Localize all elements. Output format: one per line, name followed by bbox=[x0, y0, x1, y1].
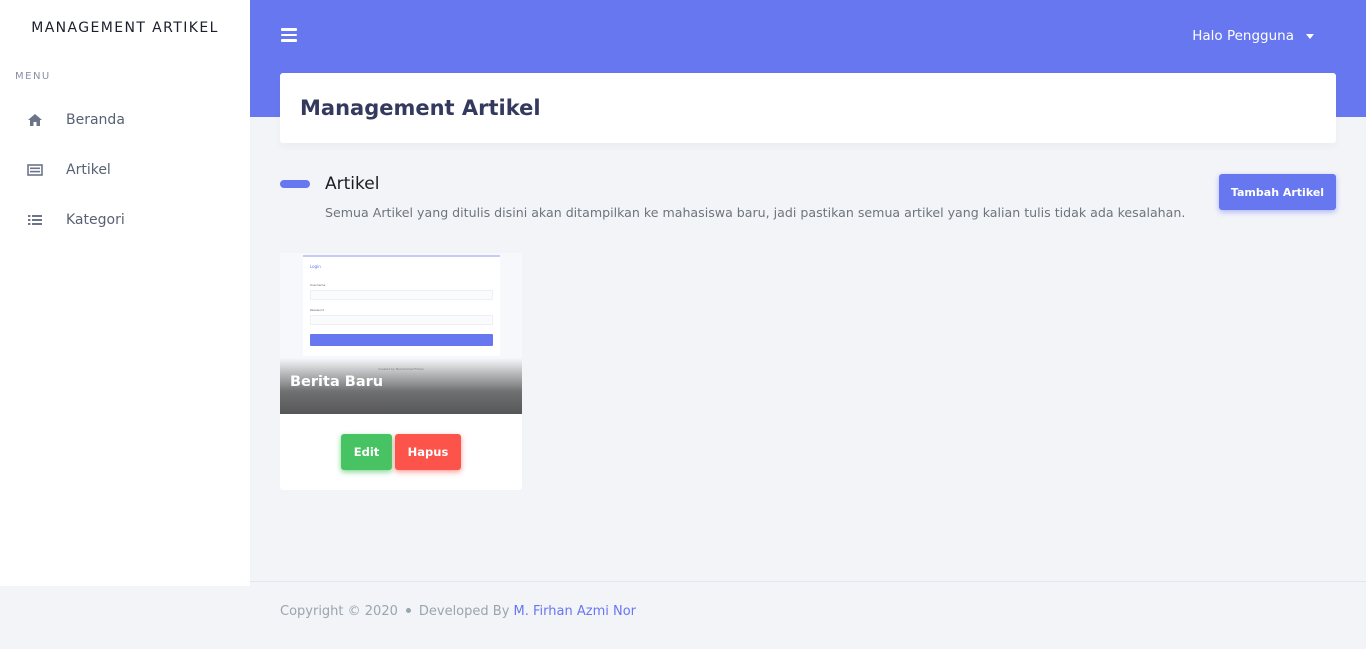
thumbnail-field-label: Username bbox=[310, 283, 326, 287]
sidebar-item-artikel[interactable]: Artikel bbox=[0, 152, 250, 188]
thumbnail-heading: Login bbox=[310, 264, 321, 269]
user-dropdown[interactable]: Halo Pengguna bbox=[1192, 28, 1314, 44]
thumbnail-field bbox=[310, 290, 493, 300]
footer-copyright: Copyright © 2020 bbox=[280, 604, 398, 619]
delete-button[interactable]: Hapus bbox=[395, 434, 461, 470]
sidebar-item-beranda[interactable]: Beranda bbox=[0, 102, 250, 138]
sidebar-item-label: Kategori bbox=[66, 212, 125, 228]
thumbnail-field-label: Password bbox=[310, 308, 325, 312]
section-description: Semua Artikel yang ditulis disini akan d… bbox=[325, 205, 1186, 220]
sidebar-item-label: Beranda bbox=[66, 112, 125, 128]
newspaper-icon bbox=[26, 162, 44, 178]
page-title-card: Management Artikel bbox=[280, 73, 1336, 143]
footer-bullet bbox=[405, 608, 411, 613]
user-greeting: Halo Pengguna bbox=[1192, 28, 1294, 44]
thumbnail-login-preview: Login Username Password bbox=[303, 255, 500, 356]
add-article-button[interactable]: Tambah Artikel bbox=[1219, 174, 1336, 210]
list-icon bbox=[26, 212, 44, 228]
footer-divider bbox=[250, 581, 1366, 582]
section-title: Artikel bbox=[325, 174, 380, 194]
footer-developed-by: Developed By bbox=[418, 604, 510, 619]
chevron-down-icon bbox=[1306, 33, 1314, 39]
menu-label: MENU bbox=[15, 71, 51, 82]
sidebar-item-kategori[interactable]: Kategori bbox=[0, 202, 250, 238]
footer-author-link[interactable]: M. Firhan Azmi Nor bbox=[514, 604, 636, 619]
edit-button[interactable]: Edit bbox=[341, 434, 392, 470]
hamburger-menu-icon[interactable] bbox=[281, 28, 297, 42]
sidebar-item-label: Artikel bbox=[66, 162, 111, 178]
brand-title[interactable]: MANAGEMENT ARTIKEL bbox=[0, 20, 250, 36]
thumbnail-button bbox=[310, 334, 493, 346]
sidebar: MANAGEMENT ARTIKEL MENU Beranda Artikel … bbox=[0, 0, 250, 586]
footer: Copyright © 2020 Developed By M. Firhan A… bbox=[280, 604, 636, 619]
section-accent-bar bbox=[280, 180, 310, 188]
page-title: Management Artikel bbox=[300, 96, 541, 120]
article-card: Login Username Password Created by Muham… bbox=[280, 253, 522, 490]
article-thumbnail[interactable]: Login Username Password Created by Muham… bbox=[280, 253, 522, 414]
home-icon bbox=[26, 112, 44, 128]
thumbnail-field bbox=[310, 315, 493, 325]
article-title: Berita Baru bbox=[290, 374, 384, 390]
